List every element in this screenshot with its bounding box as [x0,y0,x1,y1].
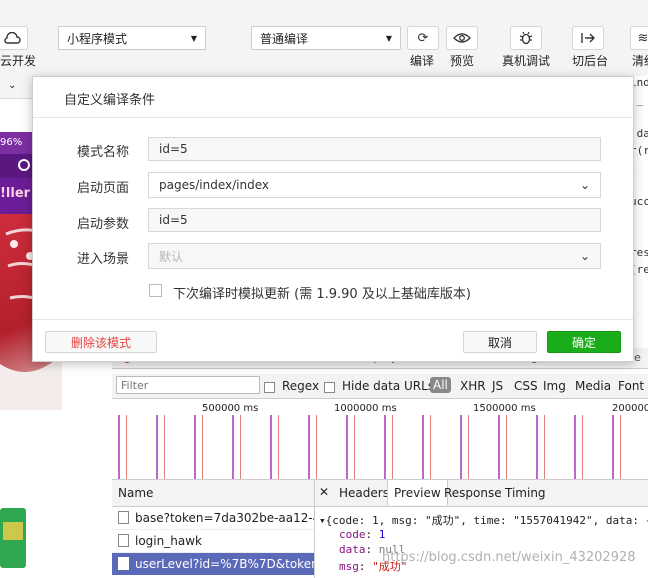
mode-name-input[interactable]: id=5 [148,137,601,161]
confirm-button[interactable]: 确定 [547,331,621,353]
json-colon: : [365,543,379,556]
cloud-icon[interactable] [0,26,28,50]
scene-label: 进入场景 [77,252,130,267]
footer-divider [33,319,633,320]
type-media[interactable]: Media [575,379,611,393]
type-all[interactable]: All [430,377,451,393]
file-icon [118,534,129,547]
hide-data-checkbox[interactable] [324,380,340,394]
dialog-title: 自定义编译条件 [64,93,156,108]
start-params-value: id=5 [159,213,188,227]
filter-input[interactable] [116,376,260,394]
request-rows: base?token=7da302be-aa12-4... login_hawku… [112,507,314,578]
simulate-update-label: 下次编译时模拟更新 (需 1.9.90 及以上基础库版本) [173,287,471,302]
switch-background-icon[interactable] [572,26,604,50]
simulate-update-checkbox[interactable] [149,284,162,297]
delete-mode-button[interactable]: 删除该模式 [45,331,157,353]
filter-bar: Regex Hide data URLs All XHR JS CSS Img … [112,374,648,399]
preview-label[interactable]: 预览 [450,52,474,69]
timeline-tick: 1000000 ms [334,403,397,414]
start-page-value: pages/index/index [159,178,269,192]
response-tabs: ✕ Headers Preview Response Timing [315,480,648,507]
request-name: userLevel?id=%7B%7D&token... [135,557,314,571]
timeline-tick: 2000000 [612,403,648,414]
dialog-header: 自定义编译条件 [33,77,633,118]
custom-compile-dialog: 自定义编译条件 模式名称 id=5 启动页面 pages/index/index… [32,76,634,362]
regex-checkbox[interactable] [264,380,280,394]
json-colon: : [365,528,379,541]
scene-select[interactable]: 默认 ⌄ [148,243,601,269]
bug-icon[interactable] [510,26,542,50]
cancel-button[interactable]: 取消 [463,331,537,353]
scene-placeholder: 默认 [159,249,184,264]
regex-label: Regex [282,379,320,393]
type-css[interactable]: CSS [514,379,538,393]
devtools-network-panel: View: Group by frame Preserve log Disabl… [112,348,648,578]
expand-triangle-icon: ▾ [319,514,326,527]
name-column-header[interactable]: Name [112,480,314,507]
file-icon [118,511,129,524]
mode-name-label: 模式名称 [77,145,130,160]
type-img[interactable]: Img [543,379,566,393]
watermark: https://blog.csdn.net/weixin_43202928 [382,550,636,565]
refresh-icon[interactable]: ⟳ [407,26,439,50]
battery-percent: 96% [0,137,23,148]
json-key: msg [339,560,359,573]
capsule-icon[interactable] [18,159,30,171]
json-colon: : [358,560,373,573]
request-name: login_hawk [135,534,202,548]
type-xhr[interactable]: XHR [460,379,486,393]
start-params-label: 启动参数 [77,217,130,232]
mode-select-value: 小程序模式 [67,31,128,46]
chevron-down-icon: ⌄ [579,249,590,263]
type-font[interactable]: Font [618,379,644,393]
tab-timing[interactable]: Timing [505,486,546,500]
caret-down-icon: ▼ [385,33,392,43]
name-header-label: Name [118,486,154,500]
toolbar: 云开发 小程序模式 ▼ 普通编译 ▼ ⟳ 编译 预览 真机调试 切后台 ≋ 清缓 [0,0,648,77]
caret-down-icon: ▼ [190,33,197,43]
request-list: Name base?token=7da302be-aa12-4... login_… [112,480,315,578]
tab-response[interactable]: Response [444,486,502,500]
start-page-label: 启动页面 [77,181,130,196]
file-icon [118,557,129,570]
request-row[interactable]: login_hawk [112,530,314,553]
tshirt-image[interactable] [0,508,26,568]
eye-icon[interactable] [446,26,478,50]
request-row[interactable]: userLevel?id=%7B%7D&token... [112,553,314,575]
tab-preview[interactable]: Preview [387,480,448,505]
compile-select[interactable]: 普通编译 ▼ [251,26,401,50]
background-label[interactable]: 切后台 [572,52,608,69]
timeline-overview[interactable]: 500000 ms 1000000 ms 1500000 ms 2000000 [112,399,648,480]
mode-name-value: id=5 [159,142,188,156]
cloud-dev-label[interactable]: 云开发 [0,52,36,69]
request-row[interactable]: base?token=7da302be-aa12-4... [112,507,314,530]
type-js[interactable]: JS [492,379,503,393]
json-summary-row[interactable]: ▾{code: 1, msg: "成功", time: "1557041942"… [319,512,648,528]
banner-text-icon: !ller [0,186,31,201]
start-page-select[interactable]: pages/index/index ⌄ [148,172,601,198]
real-debug-label[interactable]: 真机调试 [502,52,550,69]
json-summary: {code: 1, msg: "成功", time: "1557041942",… [325,514,648,527]
layers-icon[interactable]: ≋ [630,26,648,50]
chevron-down-icon: ⌄ [579,178,590,192]
timeline-tick: 500000 ms [202,403,259,414]
timeline-tick: 1500000 ms [473,403,536,414]
close-icon[interactable]: ✕ [319,485,329,499]
compile-select-value: 普通编译 [260,31,309,46]
start-params-input[interactable]: id=5 [148,208,601,232]
mode-select[interactable]: 小程序模式 ▼ [58,26,206,50]
request-name: base?token=7da302be-aa12-4... [135,511,314,525]
json-key: data [339,543,366,556]
json-value: 1 [378,528,386,541]
clear-cache-label[interactable]: 清缓 [632,52,648,69]
tab-headers[interactable]: Headers [339,486,389,500]
hide-data-label: Hide data URLs [342,379,435,393]
chevron-down-icon[interactable]: ⌄ [8,80,16,91]
json-key: code [339,528,366,541]
timeline-bars [112,415,648,479]
compile-label[interactable]: 编译 [410,52,434,69]
json-line: code: 1 [319,528,648,543]
